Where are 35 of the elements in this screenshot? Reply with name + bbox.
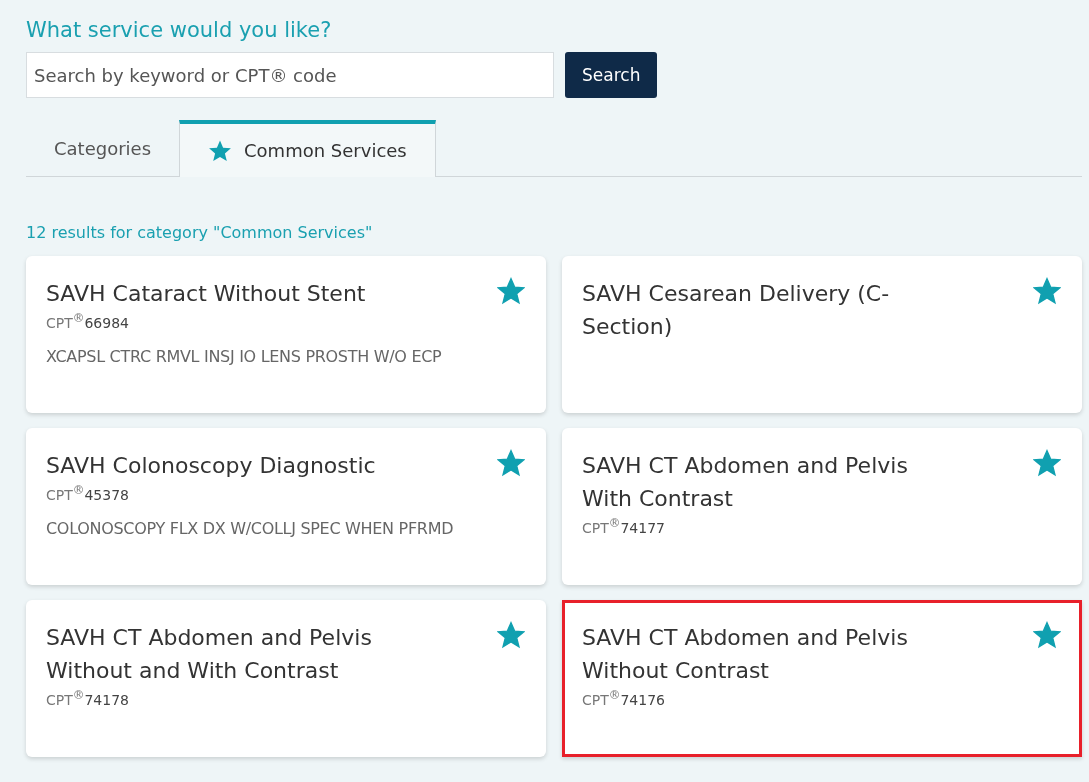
cpt-code: 45378 [84,486,129,503]
page-heading: What service would you like? [26,18,333,42]
service-description: COLONOSCOPY FLX DX W/COLLJ SPEC WHEN PFRMD [46,518,455,538]
star-icon[interactable] [1033,621,1061,649]
tab[interactable]: Common Services [179,120,436,177]
service-card[interactable]: SAVH Colonoscopy Diagnostic CPT$^{®}$45378 COLONOSCOPY FLX DX W/COLLJ SPEC WHEN PFRMD [26,428,546,585]
search-button[interactable]: Search [565,52,658,98]
service-card[interactable]: SAVH CT Abdomen and Pelvis Without and With Contrast CPT$^{®}$74178 [26,600,546,757]
star-icon[interactable] [1033,277,1061,305]
star-icon[interactable] [497,277,525,305]
cpt-code: 74178 [84,691,129,708]
cpt-code: 74177 [620,519,665,536]
service-title: SAVH Colonoscopy Diagnostic [46,452,376,480]
cpt-code: 66984 [84,314,129,331]
code-label: CPT$^{®}$ [582,691,621,708]
star-icon[interactable] [497,449,525,477]
star-icon[interactable] [1033,449,1061,477]
service-description: XCAPSL CTRC RMVL INSJ IO LENS PROSTH W/O ECP [46,346,443,366]
search-field[interactable]: Search by keyword or CPT® code [26,52,554,98]
service-title: SAVH Cataract Without Stent [46,280,366,308]
code-label: CPT$^{®}$ [46,486,85,503]
service-card[interactable]: SAVH Cesarean Delivery (C-Section) [562,256,1082,413]
service-title: SAVH CT Abdomen and Pelvis Without and With Contrast [46,624,373,685]
service-card[interactable]: SAVH Cataract Without Stent CPT$^{®}$66984 XCAPSL CTRC RMVL INSJ IO LENS PROSTH W/O ECP [26,256,546,413]
service-card[interactable]: SAVH CT Abdomen and Pelvis With Contrast CPT$^{®}$74177 [562,428,1082,585]
star-icon[interactable] [497,621,525,649]
code-label: CPT$^{®}$ [582,519,621,536]
cpt-code: 74176 [620,691,665,708]
service-title: SAVH CT Abdomen and Pelvis Without Contrast [582,624,909,685]
code-label: CPT$^{®}$ [46,314,85,331]
service-title: SAVH Cesarean Delivery (C-Section) [582,280,891,341]
results-summary: 12 results for category "Common Services" [26,223,374,242]
service-card[interactable]: SAVH CT Abdomen and Pelvis Without Contrast CPT$^{®}$74176 [562,600,1082,757]
service-title: SAVH CT Abdomen and Pelvis With Contrast [582,452,909,513]
code-label: CPT$^{®}$ [46,691,85,708]
